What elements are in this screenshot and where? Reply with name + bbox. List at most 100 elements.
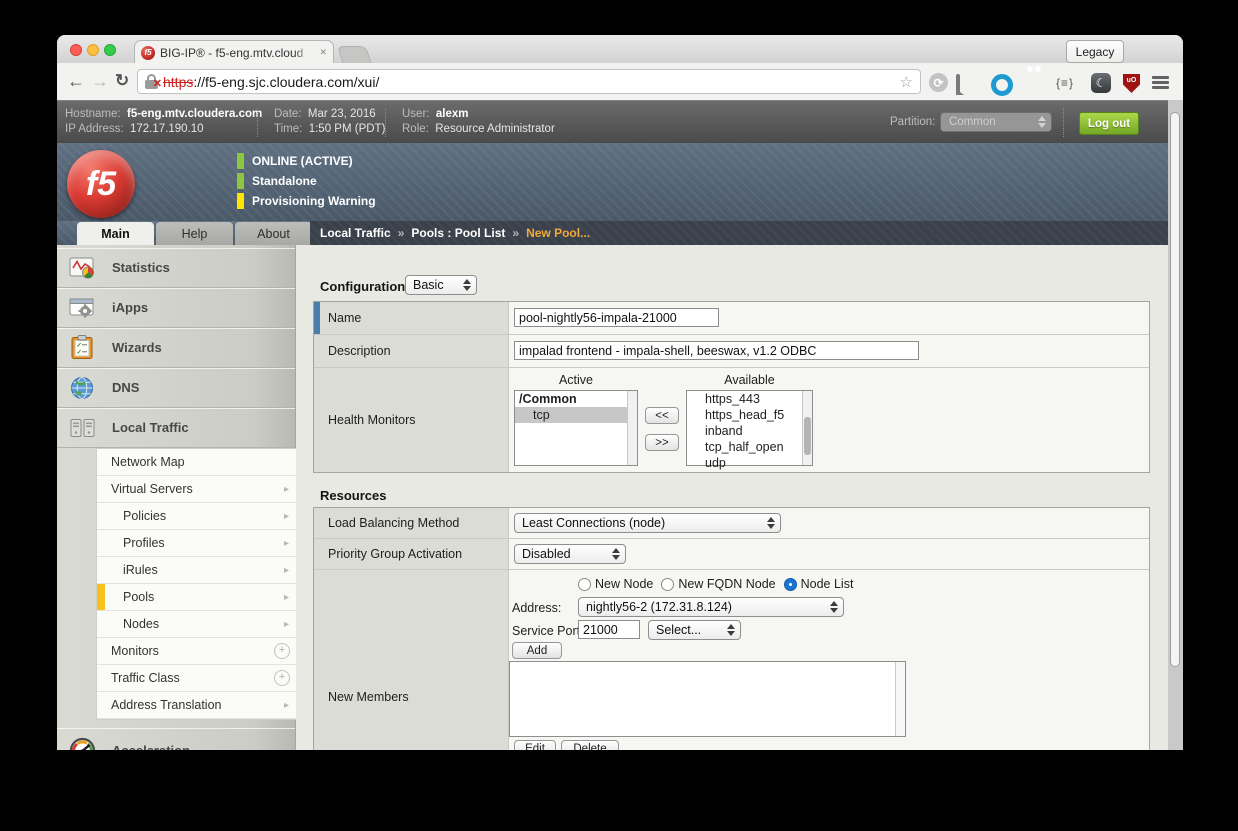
cast-extension-icon[interactable] (956, 76, 960, 94)
edit-button[interactable]: Edit (514, 740, 556, 750)
scrollbar-thumb[interactable] (804, 417, 811, 455)
available-header: Available (686, 373, 813, 387)
radio-new-node[interactable] (578, 578, 591, 591)
window-titlebar: f5 BIG-IP® - f5-eng.mtv.cloud ✕ Legacy (57, 35, 1183, 64)
service-port-input[interactable] (578, 620, 640, 639)
sidebar-item-iapps[interactable]: iApps (57, 288, 295, 328)
submenu-item-address-translation[interactable]: Address Translation ▸ (97, 692, 296, 719)
add-icon[interactable]: + (274, 670, 290, 686)
move-left-button[interactable]: << (645, 407, 679, 424)
reload-icon[interactable]: ↻ (115, 71, 129, 91)
legacy-button[interactable]: Legacy (1066, 40, 1124, 63)
submenu-item-policies[interactable]: Policies ▸ (97, 503, 296, 530)
address-label: Address: (512, 601, 561, 615)
dns-icon (68, 376, 96, 400)
forward-icon[interactable]: → (91, 71, 109, 91)
logout-button[interactable]: Log out (1079, 112, 1139, 135)
submenu-item-network-map[interactable]: Network Map (97, 449, 296, 476)
breadcrumb-local-traffic[interactable]: Local Traffic (320, 226, 391, 240)
device-status-bar: Hostname: f5-eng.mtv.cloudera.com IP Add… (57, 100, 1168, 143)
monitor-item[interactable]: https_head_f5 (687, 407, 812, 423)
url-bar[interactable]: ✕ https://f5-eng.sjc.cloudera.com/xui/ ☆ (137, 69, 921, 94)
sidebar-item-dns[interactable]: DNS (57, 368, 295, 408)
priority-group-label: Priority Group Activation (314, 539, 509, 569)
dark-mode-extension-icon[interactable]: ☾ (1091, 73, 1111, 93)
load-balancing-row: Load Balancing Method Least Connections … (314, 508, 1149, 539)
submenu-item-virtual-servers[interactable]: Virtual Servers ▸ (97, 476, 296, 503)
listbox-scrollbar[interactable] (802, 391, 812, 465)
available-monitors-listbox[interactable]: https_443 https_head_f5 inband tcp_half_… (686, 390, 813, 466)
configuration-select[interactable]: Basic (405, 275, 477, 295)
listbox-scrollbar[interactable] (627, 391, 637, 465)
user-row: User: alexm (402, 108, 468, 120)
submenu-item-nodes[interactable]: Nodes ▸ (97, 611, 296, 638)
select-arrows-icon (727, 624, 735, 636)
scrollbar-thumb[interactable] (1170, 112, 1180, 667)
sidebar-item-acceleration[interactable]: Acceleration (57, 728, 295, 750)
new-members-label: New Members (314, 570, 509, 750)
monitor-item-selected[interactable]: tcp (515, 407, 637, 423)
bookmark-star-icon[interactable]: ☆ (900, 73, 913, 91)
local-traffic-submenu: Network Map Virtual Servers ▸ Policies ▸… (96, 448, 296, 720)
separator (1063, 108, 1064, 137)
zoom-window-button[interactable] (104, 44, 116, 56)
move-right-button[interactable]: >> (645, 434, 679, 451)
braces-extension-icon[interactable]: {≡} (1056, 76, 1074, 90)
priority-group-select[interactable]: Disabled (514, 544, 626, 564)
load-balancing-select[interactable]: Least Connections (node) (514, 513, 781, 533)
role-row: Role: Resource Administrator (402, 123, 555, 135)
local-traffic-icon (68, 416, 96, 440)
members-listbox[interactable] (509, 661, 906, 737)
insecure-lock-icon[interactable]: ✕ (145, 74, 158, 89)
breadcrumb-current: New Pool... (526, 226, 590, 240)
minimize-window-button[interactable] (87, 44, 99, 56)
sidebar: Statistics iApps ✓✓ Wizards DNS (57, 245, 296, 750)
monitor-item[interactable]: tcp_half_open (687, 439, 812, 455)
back-icon[interactable]: ← (67, 71, 85, 91)
submenu-item-pools[interactable]: Pools ▸ (97, 584, 296, 611)
wizards-icon: ✓✓ (68, 335, 96, 360)
url-text: https://f5-eng.sjc.cloudera.com/xui/ (163, 74, 379, 90)
tab-about[interactable]: About (235, 222, 312, 245)
main-content: Configuration: Basic Name Description (296, 245, 1168, 750)
f5-favicon: f5 (141, 46, 155, 60)
description-input[interactable] (514, 341, 919, 360)
tab-help[interactable]: Help (156, 222, 233, 245)
delete-button[interactable]: Delete (561, 740, 619, 750)
monitor-item[interactable]: udp (687, 455, 812, 471)
submenu-item-monitors[interactable]: Monitors + (97, 638, 296, 665)
monitor-item[interactable]: https_443 (687, 391, 812, 407)
radio-new-fqdn-node[interactable] (661, 578, 674, 591)
sidebar-item-local-traffic[interactable]: Local Traffic (57, 408, 295, 448)
close-window-button[interactable] (70, 44, 82, 56)
radio-node-list[interactable] (784, 578, 797, 591)
submenu-item-profiles[interactable]: Profiles ▸ (97, 530, 296, 557)
sidebar-item-wizards[interactable]: ✓✓ Wizards (57, 328, 295, 368)
status-standalone: Standalone (237, 172, 317, 189)
partition-select[interactable]: Common (940, 112, 1052, 132)
add-button[interactable]: Add (512, 642, 562, 659)
page-scrollbar[interactable] (1168, 100, 1183, 750)
circle-extension-icon[interactable] (991, 74, 1013, 96)
general-properties-table: Name Description Health Monitors Active (313, 301, 1150, 473)
port-select[interactable]: Select... (648, 620, 741, 640)
load-balancing-label: Load Balancing Method (314, 508, 509, 538)
tab-title: BIG-IP® - f5-eng.mtv.cloud (160, 46, 312, 60)
listbox-scrollbar[interactable] (895, 662, 905, 736)
name-input[interactable] (514, 308, 719, 327)
close-tab-icon[interactable]: ✕ (319, 47, 327, 58)
add-icon[interactable]: + (274, 643, 290, 659)
browser-tab[interactable]: f5 BIG-IP® - f5-eng.mtv.cloud ✕ (134, 40, 334, 64)
breadcrumb-pool-list[interactable]: Pools : Pool List (411, 226, 505, 240)
separator (257, 108, 258, 137)
sidebar-item-statistics[interactable]: Statistics (57, 248, 295, 288)
submenu-item-irules[interactable]: iRules ▸ (97, 557, 296, 584)
monitor-item[interactable]: inband (687, 423, 812, 439)
active-monitors-listbox[interactable]: /Common tcp (514, 390, 638, 466)
tab-main[interactable]: Main (77, 222, 154, 245)
submenu-item-traffic-class[interactable]: Traffic Class + (97, 665, 296, 692)
address-select[interactable]: nightly56-2 (172.31.8.124) (578, 597, 844, 617)
sync-extension-icon[interactable]: ⟳ (929, 73, 948, 92)
chevron-right-icon: ▸ (284, 538, 289, 549)
browser-menu-icon[interactable] (1152, 76, 1169, 89)
